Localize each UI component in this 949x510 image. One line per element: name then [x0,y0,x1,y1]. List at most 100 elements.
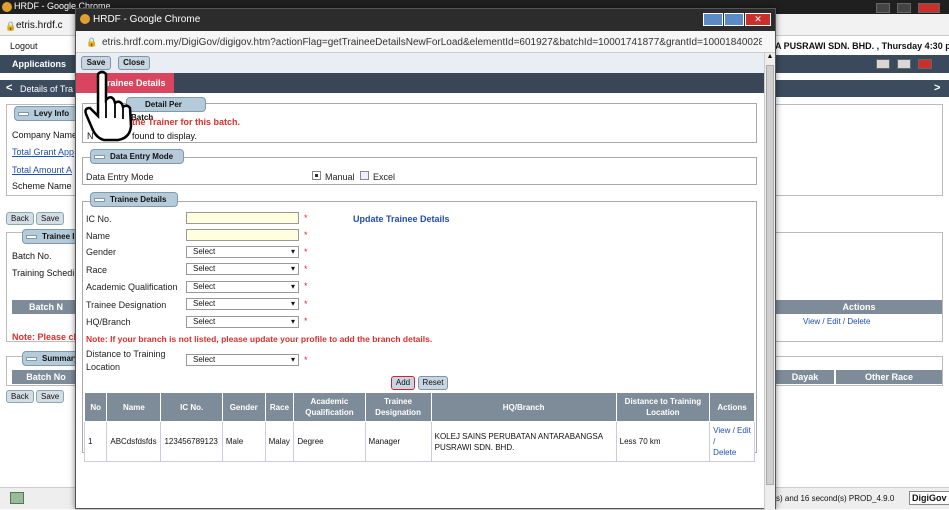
race-select[interactable]: Select [186,263,299,275]
race-label: Race [86,265,108,275]
col-ic: IC No. [160,392,223,422]
col-actions: Actions [709,392,755,422]
maximize-icon[interactable] [897,3,911,13]
hq-branch-label: HQ/Branch [86,317,131,327]
designation-select[interactable]: Select [186,298,299,310]
data-entry-legend[interactable]: Data Entry Mode [90,149,184,164]
logout-link[interactable]: Logout [10,41,38,51]
reset-button[interactable]: Reset [418,376,448,390]
scroll-up-icon[interactable]: ▲ [766,53,774,62]
popup-maximize-icon[interactable] [724,13,744,26]
cell-ic: 123456789123 [160,421,223,462]
other-race-header: Other Race [836,370,942,384]
back-button-2[interactable]: Back [6,390,34,403]
trainee-table: No Name IC No. Gender Race Academic Qual… [83,392,755,462]
no-records-text: found to display. [132,131,197,141]
required-star: * [304,355,308,365]
trainee-table-wrap: No Name IC No. Gender Race Academic Qual… [83,392,755,462]
col-race: Race [264,392,295,422]
total-grant-link[interactable]: Total Grant App [12,147,74,157]
view-link[interactable]: View [713,426,730,435]
chevron-left-icon[interactable]: < [6,82,12,94]
manual-option-label: Manual [325,172,355,182]
edit-link-bg[interactable]: Edit [827,317,841,326]
panel-restore-icon[interactable] [897,59,911,69]
cell-gender: Male [221,421,266,462]
academic-select[interactable]: Select [186,281,299,293]
excel-radio[interactable] [360,171,369,180]
view-link-bg[interactable]: View [803,317,820,326]
update-trainee-details-link[interactable]: Update Trainee Details [353,214,450,224]
gender-select[interactable]: Select [186,246,299,258]
taskbar-icon[interactable] [10,492,24,504]
trainee-info-legend[interactable]: Trainee I [22,229,80,244]
col-no: No [83,392,108,422]
actions-column-header: Actions [776,300,942,314]
name-input[interactable] [186,229,299,241]
welcome-text: A PUSRAWI SDN. BHD. , Thursday 4:30 pm [775,41,949,51]
chrome-icon [80,14,90,24]
trainee-details-legend[interactable]: Trainee Details [90,192,178,207]
lock-icon: 🔒 [5,21,17,31]
popup-minimize-icon[interactable] [703,13,723,26]
popup-url[interactable]: etris.hrdf.com.my/DigiGov/digigov.htm?ac… [102,37,762,48]
minimize-icon[interactable] [876,3,890,13]
levy-info-legend[interactable]: Levy Info [14,106,78,121]
popup-close-icon[interactable]: ✕ [745,13,771,26]
name-label: Name [86,231,111,241]
save-button-bg-2[interactable]: Save [36,390,65,403]
delete-link[interactable]: Delete [713,448,736,457]
breadcrumb-title: Details of Tra [20,84,74,94]
col-academic: Academic Qualification [293,392,366,422]
chevron-right-icon[interactable]: > [934,82,940,94]
applications-menu[interactable]: Applications [12,59,66,69]
summary-batch-header: Batch No [12,370,80,384]
cell-name: ABCdsfdsfds [106,421,162,462]
summary-legend[interactable]: Summary [22,351,80,366]
save-button[interactable]: Save [81,56,111,70]
panel-minimize-icon[interactable] [876,59,890,69]
background-url[interactable]: etris.hrdf.c [16,20,63,31]
trainer-section-legend[interactable]: Detail Per Batch [126,97,206,122]
trainee-details-popup: HRDF - Google Chrome ✕ 🔒 etris.hrdf.com.… [75,8,776,510]
scrollbar-thumb[interactable] [766,65,774,485]
required-star: * [304,316,308,326]
distance-select[interactable]: Select [186,354,299,366]
save-button-bg[interactable]: Save [36,212,65,225]
ic-input[interactable] [186,212,299,224]
required-star: * [304,230,308,240]
training-schedule-label: Training Schedi [12,268,75,278]
panel-close-icon[interactable] [918,59,932,69]
cell-actions: View / Edit / Delete [709,421,755,462]
popup-address-bar[interactable]: 🔒 etris.hrdf.com.my/DigiGov/digigov.htm?… [76,31,775,53]
chrome-icon [2,2,12,12]
required-star: * [304,264,308,274]
required-star: * [304,213,308,223]
hand-cursor-icon [84,70,133,142]
hq-branch-select[interactable]: Select [186,316,299,328]
table-header-row: No Name IC No. Gender Race Academic Qual… [83,392,755,422]
company-name-label: Company Name [12,130,78,140]
lock-icon: 🔒 [86,37,98,47]
scheme-name-label: Scheme Name [12,181,72,191]
gender-label: Gender [86,247,117,257]
note-text-bg: Note: Please cli [12,332,79,342]
table-row: 1 ABCdsfdsfds 123456789123 Male Malay De… [83,421,755,462]
branch-note: Note: If your branch is not listed, plea… [86,334,433,344]
required-star: * [304,299,308,309]
required-star: * [304,247,308,257]
cell-no: 1 [83,421,108,462]
delete-link-bg[interactable]: Delete [847,317,870,326]
popup-scrollbar[interactable]: ▲ [764,53,775,510]
designation-label: Trainee Designation [86,300,167,310]
close-icon[interactable] [918,3,940,13]
add-button[interactable]: Add [391,376,415,390]
total-amount-link[interactable]: Total Amount A [12,165,72,175]
actions-links-bg: View / Edit / Delete [803,317,871,326]
close-button[interactable]: Close [118,56,150,70]
popup-window-title: HRDF - Google Chrome [93,14,201,25]
cell-distance: Less 70 km [615,421,711,462]
manual-radio[interactable] [312,171,321,180]
back-button[interactable]: Back [6,212,34,225]
edit-link[interactable]: Edit [737,426,751,435]
